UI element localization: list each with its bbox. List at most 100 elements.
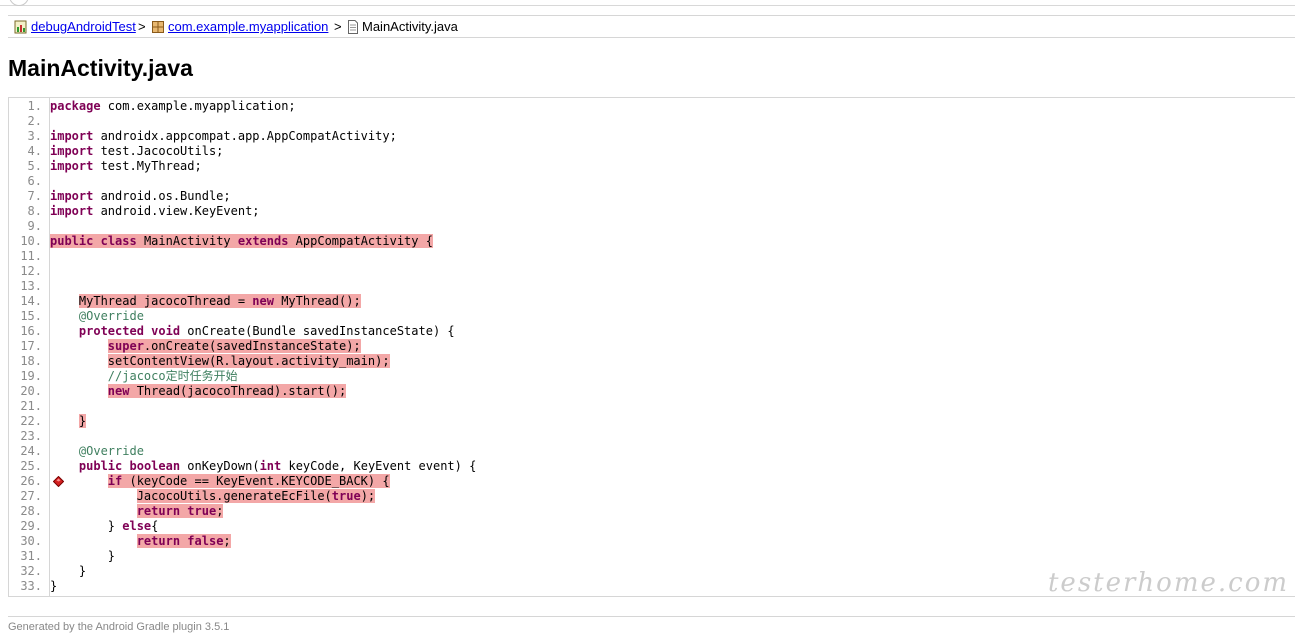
code-text: }	[78, 564, 87, 578]
line-number: 33.	[20, 579, 42, 593]
line-number: 16.	[20, 324, 42, 338]
line-number: 10.	[20, 234, 42, 248]
line-number: 29.	[20, 519, 42, 533]
code-line: 5. import test.MyThread;	[9, 159, 1295, 174]
code-line: 27. JacocoUtils.generateEcFile(true);	[9, 489, 1295, 504]
line-number: 20.	[20, 384, 42, 398]
code-line: 3. import androidx.appcompat.app.AppCompa…	[9, 129, 1295, 144]
line-number: 5.	[27, 159, 42, 173]
line-number: 25.	[20, 459, 42, 473]
watermark: testerhome.com	[1047, 568, 1289, 598]
code-text: import android.os.Bundle;	[50, 189, 231, 203]
code-line: 20. new Thread(jacocoThread).start();	[9, 384, 1295, 399]
breadcrumb-separator: >	[334, 19, 342, 34]
line-number: 4.	[27, 144, 42, 158]
code-text: if (keyCode == KeyEvent.KEYCODE_BACK) {	[107, 474, 390, 488]
line-number: 26.	[20, 474, 42, 488]
breadcrumb-item-package[interactable]: com.example.myapplication	[151, 16, 328, 37]
breadcrumb-link-package[interactable]: com.example.myapplication	[168, 19, 328, 34]
code-line: 30. return false;	[9, 534, 1295, 549]
line-number: 1.	[27, 99, 42, 113]
line-number: 17.	[20, 339, 42, 353]
line-number: 32.	[20, 564, 42, 578]
breadcrumb-current-file: MainActivity.java	[347, 16, 458, 37]
browser-button-edge	[9, 0, 29, 6]
code-text: super.onCreate(savedInstanceState);	[107, 339, 361, 353]
line-number: 15.	[20, 309, 42, 323]
page-title: MainActivity.java	[8, 55, 193, 81]
code-text: return false;	[136, 534, 231, 548]
code-line: 6.	[9, 174, 1295, 189]
breadcrumb-link-report[interactable]: debugAndroidTest	[31, 19, 136, 34]
code-line: 25. public boolean onKeyDown(int keyCode…	[9, 459, 1295, 474]
line-number: 12.	[20, 264, 42, 278]
code-line: 7. import android.os.Bundle;	[9, 189, 1295, 204]
code-line: 2.	[9, 114, 1295, 129]
code-text: @Override	[78, 444, 144, 458]
line-number: 31.	[20, 549, 42, 563]
file-icon	[347, 19, 359, 34]
code-line: 17. super.onCreate(savedInstanceState);	[9, 339, 1295, 354]
code-line: 29. } else{	[9, 519, 1295, 534]
code-line: 4. import test.JacocoUtils;	[9, 144, 1295, 159]
line-number: 3.	[27, 129, 42, 143]
code-line: 14. MyThread jacocoThread = new MyThread…	[9, 294, 1295, 309]
code-line: 10. public class MainActivity extends App…	[9, 234, 1295, 249]
source-code-view[interactable]: 1. package com.example.myapplication; 2. 3.…	[8, 97, 1295, 597]
breadcrumb-current-label: MainActivity.java	[362, 19, 458, 34]
code-line: 18. setContentView(R.layout.activity_mai…	[9, 354, 1295, 369]
code-line: 13.	[9, 279, 1295, 294]
code-text: import androidx.appcompat.app.AppCompatA…	[50, 129, 397, 143]
code-line: 28. return true;	[9, 504, 1295, 519]
code-text: @Override	[78, 309, 144, 323]
code-line: 12.	[9, 264, 1295, 279]
code-text: MyThread jacocoThread = new MyThread();	[78, 294, 361, 308]
code-line: 16. protected void onCreate(Bundle saved…	[9, 324, 1295, 339]
code-text: }	[78, 414, 87, 428]
code-text: import test.MyThread;	[50, 159, 202, 173]
code-text: JacocoUtils.generateEcFile(true);	[136, 489, 376, 503]
code-line: 23.	[9, 429, 1295, 444]
line-number: 11.	[20, 249, 42, 263]
code-text: public boolean onKeyDown(int keyCode, Ke…	[78, 459, 477, 473]
code-line: 31. }	[9, 549, 1295, 564]
code-text: protected void onCreate(Bundle savedInst…	[78, 324, 455, 338]
code-line: 9.	[9, 219, 1295, 234]
line-number: 27.	[20, 489, 42, 503]
code-text: package com.example.myapplication;	[50, 99, 296, 113]
code-text: import android.view.KeyEvent;	[50, 204, 260, 218]
code-text: import test.JacocoUtils;	[50, 144, 224, 158]
line-number: 6.	[27, 174, 42, 188]
breadcrumb-separator: >	[138, 19, 146, 34]
line-number: 9.	[27, 219, 42, 233]
code-line: 21.	[9, 399, 1295, 414]
code-text: }	[50, 579, 58, 593]
code-text: //jacoco定时任务开始	[107, 369, 238, 383]
breadcrumb: debugAndroidTest > com.example.myapplica…	[8, 15, 1295, 38]
line-number: 21.	[20, 399, 42, 413]
line-number: 19.	[20, 369, 42, 383]
code-line: 15. @Override	[9, 309, 1295, 324]
code-line: 11.	[9, 249, 1295, 264]
line-number: 2.	[27, 114, 42, 128]
footer-generated-by: Generated by the Android Gradle plugin 3…	[8, 616, 1295, 633]
breadcrumb-item-report[interactable]: debugAndroidTest	[14, 16, 136, 37]
package-icon	[151, 20, 165, 34]
line-number: 30.	[20, 534, 42, 548]
line-number: 28.	[20, 504, 42, 518]
line-number: 8.	[27, 204, 42, 218]
code-line: 19. //jacoco定时任务开始	[9, 369, 1295, 384]
code-text: } else{	[107, 519, 159, 533]
code-text: }	[107, 549, 116, 563]
line-number: 24.	[20, 444, 42, 458]
code-text: return true;	[136, 504, 224, 518]
code-line: 8. import android.view.KeyEvent;	[9, 204, 1295, 219]
browser-top-edge	[0, 0, 1295, 6]
line-number: 13.	[20, 279, 42, 293]
line-number: 22.	[20, 414, 42, 428]
code-line: 22. }	[9, 414, 1295, 429]
line-number: 23.	[20, 429, 42, 443]
line-number: 7.	[27, 189, 42, 203]
line-number: 18.	[20, 354, 42, 368]
code-text: public class MainActivity extends AppCom…	[50, 234, 433, 248]
